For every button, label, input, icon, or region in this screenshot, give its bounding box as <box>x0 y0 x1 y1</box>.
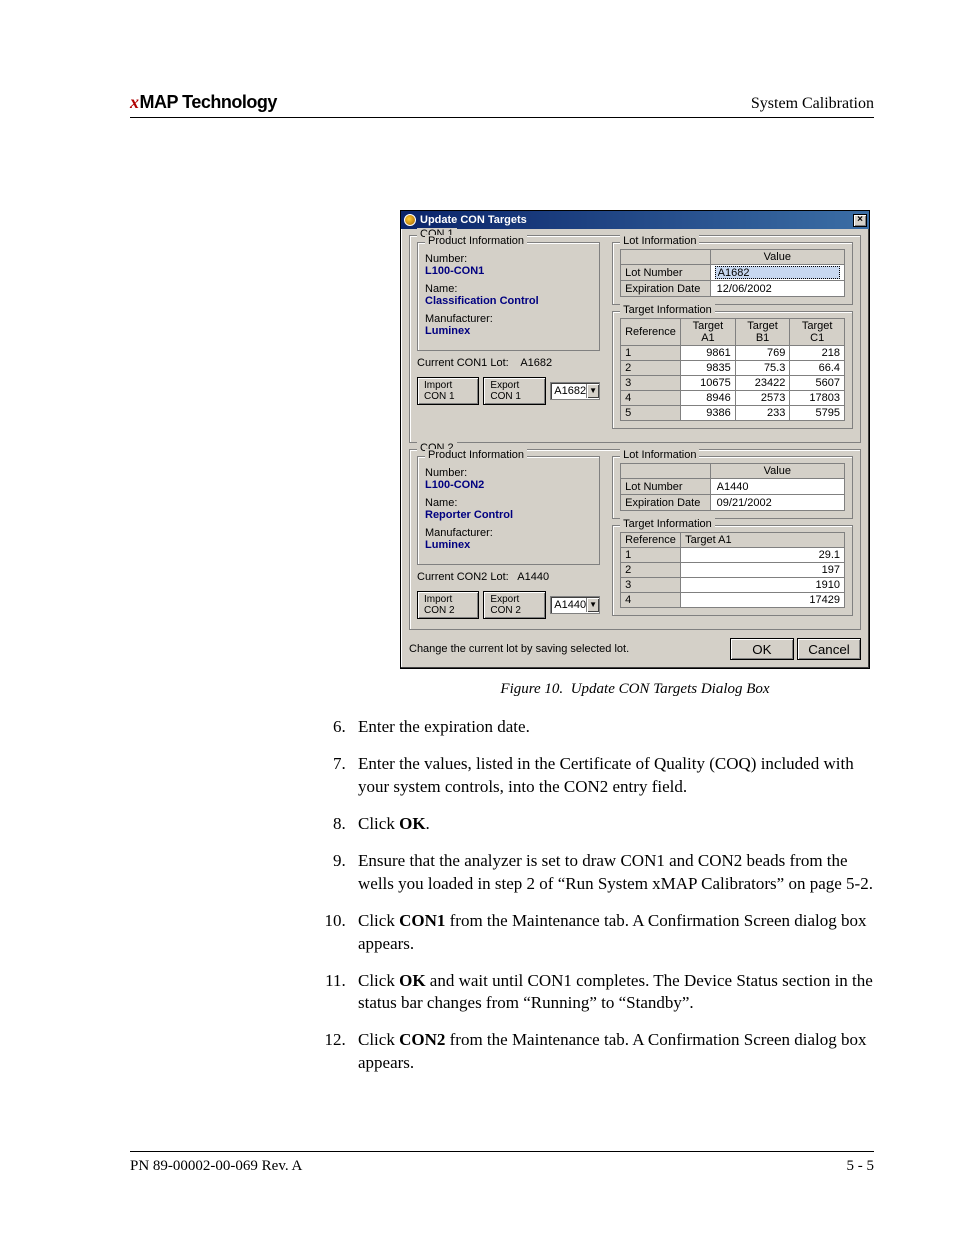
table-row: 48946257317803 <box>621 391 845 406</box>
th-reference: Reference <box>621 533 681 548</box>
con2-name-label: Name: <box>425 497 592 509</box>
footer-right: 5 - 5 <box>847 1158 875 1175</box>
step-11: Click OK and wait until CON1 completes. … <box>350 970 874 1016</box>
table-row: 31910 <box>621 578 845 593</box>
con2-name-value: Reporter Control <box>425 509 592 521</box>
con1-product-caption: Product Information <box>425 235 527 247</box>
con1-lotinfo-caption: Lot Information <box>620 235 699 247</box>
con1-lot-combo-value: A1682 <box>554 385 586 397</box>
con2-lot-value-header: Value <box>710 464 844 479</box>
dialog-note: Change the current lot by saving selecte… <box>409 643 629 655</box>
con1-lot-number-label: Lot Number <box>621 265 711 281</box>
th-target-b1: Target B1 <box>735 319 790 346</box>
con2-target-table[interactable]: Reference Target A1 129.1 2197 31910 417… <box>620 532 845 608</box>
group-con2: CON 2 Product Information Number: L100-C… <box>409 449 861 630</box>
group-con1: CON 1 Product Information Number: L100-C… <box>409 235 861 443</box>
group-con1-lotinfo: Lot Information Value Lot Number Expirat… <box>612 242 853 305</box>
table-row: 129.1 <box>621 548 845 563</box>
step-12: Click CON2 from the Maintenance tab. A C… <box>350 1029 874 1075</box>
con2-lot-number-input[interactable] <box>715 480 840 493</box>
table-row: 2983575.366.4 <box>621 361 845 376</box>
running-header: xMAP Technology System Calibration <box>130 92 874 118</box>
close-icon[interactable]: × <box>853 214 867 227</box>
con2-manuf-value: Luminex <box>425 539 592 551</box>
th-target-a1: Target A1 <box>681 319 736 346</box>
update-con-targets-dialog: Update CON Targets × CON 1 Product Infor… <box>400 210 870 669</box>
con2-lot-combo[interactable]: A1440 ▼ <box>550 596 600 614</box>
con2-number-value: L100-CON2 <box>425 479 592 491</box>
con2-target-caption: Target Information <box>620 518 715 530</box>
brand: xMAP Technology <box>130 92 277 113</box>
export-con1-button[interactable]: Export CON 1 <box>483 377 546 405</box>
footer-left: PN 89-00002-00-069 Rev. A <box>130 1158 302 1175</box>
con2-manuf-label: Manufacturer: <box>425 527 592 539</box>
step-6: Enter the expiration date. <box>350 716 874 739</box>
ok-button[interactable]: OK <box>730 638 794 660</box>
step-10: Click CON1 from the Maintenance tab. A C… <box>350 910 874 956</box>
con1-manuf-label: Manufacturer: <box>425 313 592 325</box>
chevron-down-icon[interactable]: ▼ <box>586 384 599 398</box>
con1-name-value: Classification Control <box>425 295 592 307</box>
import-con1-button[interactable]: Import CON 1 <box>417 377 479 405</box>
con1-exp-input[interactable] <box>715 282 840 295</box>
brand-rest: MAP Technology <box>140 92 277 112</box>
running-footer: PN 89-00002-00-069 Rev. A 5 - 5 <box>130 1151 874 1175</box>
con1-manuf-value: Luminex <box>425 325 592 337</box>
brand-x: x <box>130 92 140 112</box>
export-con2-button[interactable]: Export CON 2 <box>483 591 546 619</box>
con1-name-label: Name: <box>425 283 592 295</box>
section-title: System Calibration <box>751 95 874 113</box>
group-con1-target: Target Information Reference Target A1 T… <box>612 311 853 429</box>
chevron-down-icon[interactable]: ▼ <box>586 598 599 612</box>
step-9: Ensure that the analyzer is set to draw … <box>350 850 874 896</box>
cancel-button[interactable]: Cancel <box>797 638 861 660</box>
dialog-title: Update CON Targets <box>420 214 853 226</box>
con1-current-lot-value: A1682 <box>520 357 552 369</box>
th-target-c1: Target C1 <box>790 319 845 346</box>
con2-current-lot-label: Current CON2 Lot: <box>417 571 509 583</box>
th-reference: Reference <box>621 319 681 346</box>
figure-text: Update CON Targets Dialog Box <box>571 681 770 697</box>
import-con2-button[interactable]: Import CON 2 <box>417 591 479 619</box>
con2-product-caption: Product Information <box>425 449 527 461</box>
con1-target-caption: Target Information <box>620 304 715 316</box>
table-row: 593862335795 <box>621 406 845 421</box>
con1-exp-label: Expiration Date <box>621 281 711 297</box>
app-icon <box>404 214 416 226</box>
con2-lot-number-label: Lot Number <box>621 479 711 495</box>
table-row: 310675234225607 <box>621 376 845 391</box>
step-8: Click OK. <box>350 813 874 836</box>
group-con2-product: Product Information Number: L100-CON2 Na… <box>417 456 600 565</box>
group-con2-lotinfo: Lot Information Value Lot Number Expirat… <box>612 456 853 519</box>
group-con1-product: Product Information Number: L100-CON1 Na… <box>417 242 600 351</box>
step-7: Enter the values, listed in the Certific… <box>350 753 874 799</box>
con2-current-lot-value: A1440 <box>517 571 549 583</box>
con2-exp-label: Expiration Date <box>621 495 711 511</box>
figure-label: Figure 10. <box>500 681 563 697</box>
figure-caption: Figure 10. Update CON Targets Dialog Box <box>400 681 870 698</box>
con1-number-value: L100-CON1 <box>425 265 592 277</box>
step-list: Enter the expiration date. Enter the val… <box>350 716 874 1075</box>
con1-target-table[interactable]: Reference Target A1 Target B1 Target C1 … <box>620 318 845 421</box>
con1-number-label: Number: <box>425 253 592 265</box>
con1-current-lot-label: Current CON1 Lot: <box>417 357 509 369</box>
con2-lotinfo-caption: Lot Information <box>620 449 699 461</box>
con2-exp-input[interactable] <box>715 496 840 509</box>
titlebar[interactable]: Update CON Targets × <box>401 211 869 229</box>
table-row: 19861769218 <box>621 346 845 361</box>
con1-lot-value-header: Value <box>710 250 844 265</box>
con2-number-label: Number: <box>425 467 592 479</box>
con2-lot-combo-value: A1440 <box>554 599 586 611</box>
con1-lot-combo[interactable]: A1682 ▼ <box>550 382 600 400</box>
group-con2-target: Target Information Reference Target A1 1… <box>612 525 853 616</box>
th-target-a1: Target A1 <box>681 533 845 548</box>
con1-lot-number-input[interactable] <box>715 266 840 279</box>
table-row: 417429 <box>621 593 845 608</box>
table-row: 2197 <box>621 563 845 578</box>
